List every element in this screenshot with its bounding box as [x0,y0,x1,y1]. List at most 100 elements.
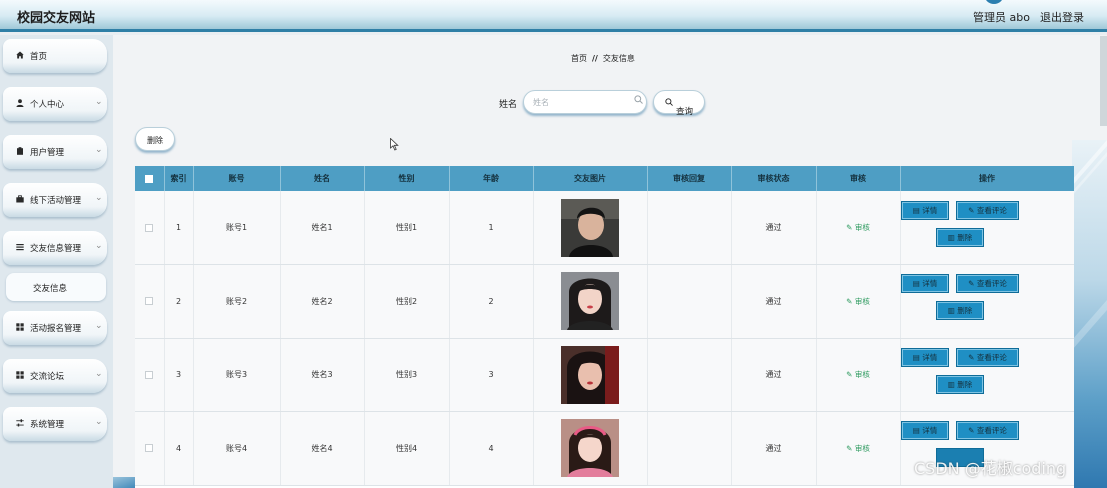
sidebar-item-label: 线下活动管理 [30,196,82,206]
trash-icon: ▥ [947,306,955,316]
cell-age: 1 [449,191,534,265]
cell-name: 姓名2 [280,264,365,339]
data-table: 索引 账号 姓名 性别 年龄 交友图片 审核回复 审核状态 审核 操作 1 账号… [135,166,1074,486]
admin-username: 管理员 abo [973,11,1030,24]
sliders-icon [16,419,24,427]
avatar[interactable] [984,0,1004,4]
clipboard-icon [16,147,24,155]
list-icon [16,243,24,251]
select-all-checkbox[interactable] [145,174,154,183]
cell-name: 姓名4 [280,411,365,486]
row-checkbox[interactable] [145,223,154,232]
doc-icon: ▤ [912,352,920,362]
table-row: 1 账号1 姓名1 性别1 1 通过 ✎ 审核 ▤ 详情 ✎ 查看评论 ▥ 删除 [135,191,1074,265]
sidebar-item-label: 交流论坛 [30,372,65,382]
column-header: 操作 [900,166,1074,191]
view-comments-button[interactable]: ✎ 查看评论 [956,200,1019,220]
dating-photo[interactable] [561,419,619,478]
detail-button[interactable]: ▤ 详情 [901,347,949,367]
detail-button[interactable]: ▤ 详情 [901,421,949,441]
detail-button[interactable]: ▤ 详情 [901,274,949,294]
chevron-down-icon: ⌄ [95,145,103,155]
search-input[interactable] [533,96,628,108]
sidebar-item-user-management[interactable]: 用户管理 ⌄ [3,135,107,169]
site-title: 校园交友网站 [17,11,96,26]
cell-account: 账号3 [193,338,281,412]
top-header: 校园交友网站 管理员 abo 退出登录 [0,0,1107,32]
delete-button[interactable]: ▥ 删除 [936,301,984,321]
sidebar-item-personal-center[interactable]: 个人中心 ⌄ [3,87,107,121]
cell-audit: ✎ 审核 [816,338,901,412]
sidebar-item-label: 交友信息管理 [30,244,82,254]
chevron-down-icon: ⌄ [95,193,103,203]
sidebar-item-label: 活动报名管理 [30,324,82,334]
view-comments-button[interactable]: ✎ 查看评论 [956,274,1019,294]
dating-photo[interactable] [561,345,619,404]
cell-audit-reply [647,338,732,412]
sidebar-item-label: 个人中心 [30,100,65,110]
data-table-container: 索引 账号 姓名 性别 年龄 交友图片 审核回复 审核状态 审核 操作 1 账号… [135,166,1074,488]
dating-photo[interactable] [561,198,619,257]
sidebar-item-dating-info-management[interactable]: 交友信息管理 ⌄ [3,231,107,265]
column-header: 性别 [364,166,450,191]
select-all-cell[interactable] [135,166,165,191]
view-comments-button[interactable]: ✎ 查看评论 [956,347,1019,367]
row-checkbox[interactable] [145,370,154,379]
doc-icon: ▤ [912,279,920,289]
watermark: CSDN @花椒coding [914,459,1067,478]
cell-actions: ▤ 详情 ✎ 查看评论 ▥ 删除 [900,191,1074,265]
query-button-label: 查询 [665,98,693,117]
query-button[interactable]: 查询 [653,90,705,117]
trash-icon: ▥ [947,379,955,389]
cell-index: 1 [164,191,194,265]
cell-audit-reply [647,264,732,339]
column-header: 年龄 [449,166,534,191]
cell-gender: 性别4 [364,411,450,486]
view-comments-button[interactable]: ✎ 查看评论 [956,421,1019,441]
sidebar-item-activity-signup[interactable]: 活动报名管理 ⌄ [3,311,107,345]
logout-link[interactable]: 退出登录 [1040,9,1084,25]
breadcrumb-separator: // [592,54,598,63]
delete-button[interactable]: ▥ 删除 [936,374,984,394]
cell-actions: ▤ 详情 ✎ 查看评论 ▥ 删除 [900,264,1074,339]
user-icon [16,99,24,107]
cell-name: 姓名3 [280,338,365,412]
search-icon [634,95,643,107]
cell-age: 4 [449,411,534,486]
audit-link[interactable]: ✎ 审核 [846,223,870,232]
audit-link[interactable]: ✎ 审核 [846,370,870,379]
row-checkbox[interactable] [145,444,154,453]
sidebar-item-system-management[interactable]: 系统管理 ⌄ [3,407,107,441]
cell-gender: 性别1 [364,191,450,265]
audit-link[interactable]: ✎ 审核 [846,297,870,306]
scrollbar[interactable] [1100,36,1107,126]
dating-photo[interactable] [561,272,619,331]
edit-icon: ✎ [846,443,853,453]
table-row: 2 账号2 姓名2 性别2 2 通过 ✎ 审核 ▤ 详情 ✎ 查看评论 ▥ 删除 [135,264,1074,339]
column-header: 姓名 [280,166,365,191]
bulk-delete-button[interactable]: 删除 [135,127,175,151]
decorative-stripe [1072,140,1107,488]
sidebar-subitem-dating-info[interactable]: 交友信息 [6,273,106,301]
column-header: 交友图片 [533,166,648,191]
detail-button[interactable]: ▤ 详情 [901,200,949,220]
column-header: 审核状态 [731,166,817,191]
sidebar-item-forum[interactable]: 交流论坛 ⌄ [3,359,107,393]
cell-account: 账号2 [193,264,281,339]
breadcrumb-home[interactable]: 首页 [571,54,587,63]
sidebar-item-home[interactable]: 首页 [3,39,107,73]
row-checkbox[interactable] [145,297,154,306]
audit-link[interactable]: ✎ 审核 [846,444,870,453]
sidebar-item-offline-activity[interactable]: 线下活动管理 ⌄ [3,183,107,217]
cell-name: 姓名1 [280,191,365,265]
cell-index: 4 [164,411,194,486]
cell-photo [533,264,648,339]
sidebar-item-label: 用户管理 [30,148,65,158]
cell-audit: ✎ 审核 [816,191,901,265]
chevron-down-icon: ⌄ [95,369,103,379]
briefcase-icon [16,195,24,203]
delete-button[interactable]: ▥ 删除 [936,227,984,247]
cell-audit: ✎ 审核 [816,411,901,486]
cell-photo [533,338,648,412]
search-field[interactable] [523,90,647,114]
